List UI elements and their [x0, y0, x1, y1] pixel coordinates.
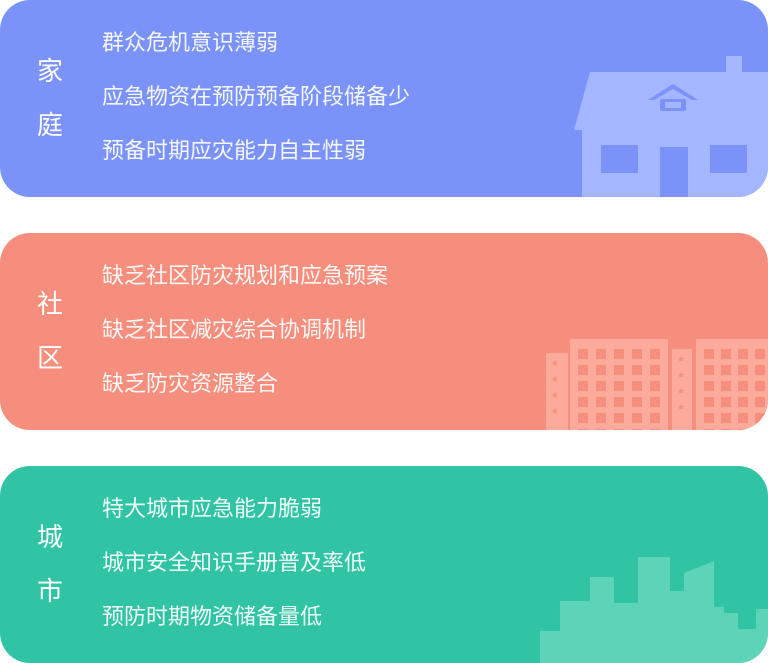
- list-item: 缺乏防灾资源整合: [102, 372, 279, 397]
- svg-text:★: ★: [551, 359, 559, 369]
- list-item: 缺乏社区减灾综合协调机制: [102, 318, 367, 343]
- card-label-char: 城: [36, 522, 63, 553]
- svg-text:★: ★: [677, 355, 685, 365]
- card-label-char: 区: [36, 343, 63, 374]
- issue-list: 群众危机意识薄弱 应急物资在预防预备阶段储备少 预备时期应灾能力自主性弱: [102, 17, 410, 179]
- card-label-char: 社: [36, 289, 63, 320]
- house-icon: [574, 56, 768, 197]
- list-item: 缺乏社区防灾规划和应急预案: [102, 264, 389, 289]
- svg-text:★: ★: [551, 375, 559, 385]
- list-item: 特大城市应急能力脆弱: [102, 497, 323, 522]
- family-card: 家 庭 群众危机意识薄弱 应急物资在预防预备阶段储备少 预备时期应灾能力自主性弱: [0, 0, 768, 197]
- card-label-char: 家: [36, 56, 63, 87]
- buildings-icon: ★ ★ ★ ★ ★ ★ ★ ★: [546, 339, 768, 430]
- card-label: 家 庭: [33, 0, 67, 197]
- city-skyline-icon: [540, 557, 768, 663]
- city-card: 城 市 特大城市应急能力脆弱 城市安全知识手册普及率低 预防时期物资储备量低: [0, 466, 768, 663]
- card-label-char: 庭: [36, 110, 63, 141]
- svg-text:★: ★: [677, 371, 685, 381]
- community-card: 社 区 缺乏社区防灾规划和应急预案 缺乏社区减灾综合协调机制 缺乏防灾资源整合 …: [0, 233, 768, 430]
- svg-text:★: ★: [677, 403, 685, 413]
- list-item: 城市安全知识手册普及率低: [102, 551, 367, 576]
- issue-list: 缺乏社区防灾规划和应急预案 缺乏社区减灾综合协调机制 缺乏防灾资源整合: [102, 250, 388, 412]
- svg-text:★: ★: [551, 391, 559, 401]
- card-label: 城 市: [33, 466, 67, 663]
- list-item: 应急物资在预防预备阶段储备少: [102, 85, 411, 110]
- list-item: 预备时期应灾能力自主性弱: [102, 139, 367, 164]
- svg-text:★: ★: [551, 407, 559, 417]
- card-label-char: 市: [36, 576, 63, 607]
- list-item: 群众危机意识薄弱: [102, 31, 279, 56]
- list-item: 预防时期物资储备量低: [102, 605, 323, 630]
- issue-list: 特大城市应急能力脆弱 城市安全知识手册普及率低 预防时期物资储备量低: [102, 483, 366, 645]
- svg-text:★: ★: [677, 387, 685, 397]
- card-label: 社 区: [33, 233, 67, 430]
